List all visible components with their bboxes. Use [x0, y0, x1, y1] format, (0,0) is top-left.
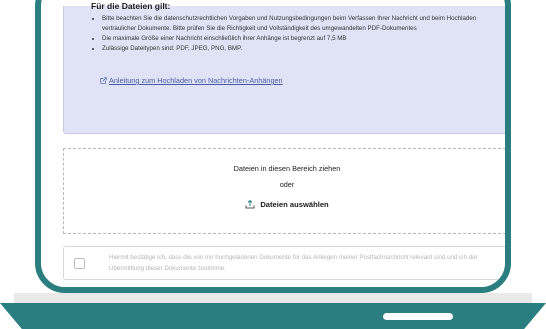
upload-guide-link[interactable]: Anleitung zum Hochladen von Nachrichten-… — [100, 76, 283, 85]
info-bullet-max-size: Die maximale Größe einer Nachricht einsc… — [102, 34, 502, 44]
laptop-base-shadow — [14, 293, 532, 303]
dropzone-instruction: Dateien in diesen Bereich ziehen — [233, 164, 341, 173]
info-heading: Für die Dateien gilt: — [91, 1, 171, 11]
info-bullet-file-types: Zulässige Dateitypen sind: PDF, JPEG, PN… — [102, 44, 502, 54]
info-list: Bitte beachten Sie die datenschutzrechtl… — [88, 14, 502, 54]
select-files-label: Dateien auswählen — [260, 199, 329, 209]
select-files-button[interactable]: Dateien auswählen — [64, 199, 505, 209]
confirmation-text: Hiermit bestätige ich, dass die von mir … — [109, 254, 478, 272]
upload-guide-link-label: Anleitung zum Hochladen von Nachrichten-… — [109, 76, 283, 85]
laptop-screen-frame: Für die Dateien gilt: Bitte beachten Sie… — [35, 0, 511, 293]
file-dropzone[interactable]: Dateien in diesen Bereich ziehen oder Da… — [63, 148, 505, 234]
confirmation-checkbox[interactable] — [74, 258, 85, 269]
info-bullet-privacy: Bitte beachten Sie die datenschutzrechtl… — [102, 14, 502, 34]
external-link-icon — [100, 77, 107, 84]
laptop-base — [0, 303, 546, 329]
confirmation-box: Hiermit bestätige ich, dass die von mir … — [63, 246, 505, 280]
screen-content: Für die Dateien gilt: Bitte beachten Sie… — [55, 1, 505, 287]
laptop-trackpad — [383, 313, 453, 320]
upload-info-panel: Für die Dateien gilt: Bitte beachten Sie… — [63, 1, 505, 134]
dropzone-or: oder — [279, 180, 295, 189]
upload-icon — [245, 199, 255, 209]
